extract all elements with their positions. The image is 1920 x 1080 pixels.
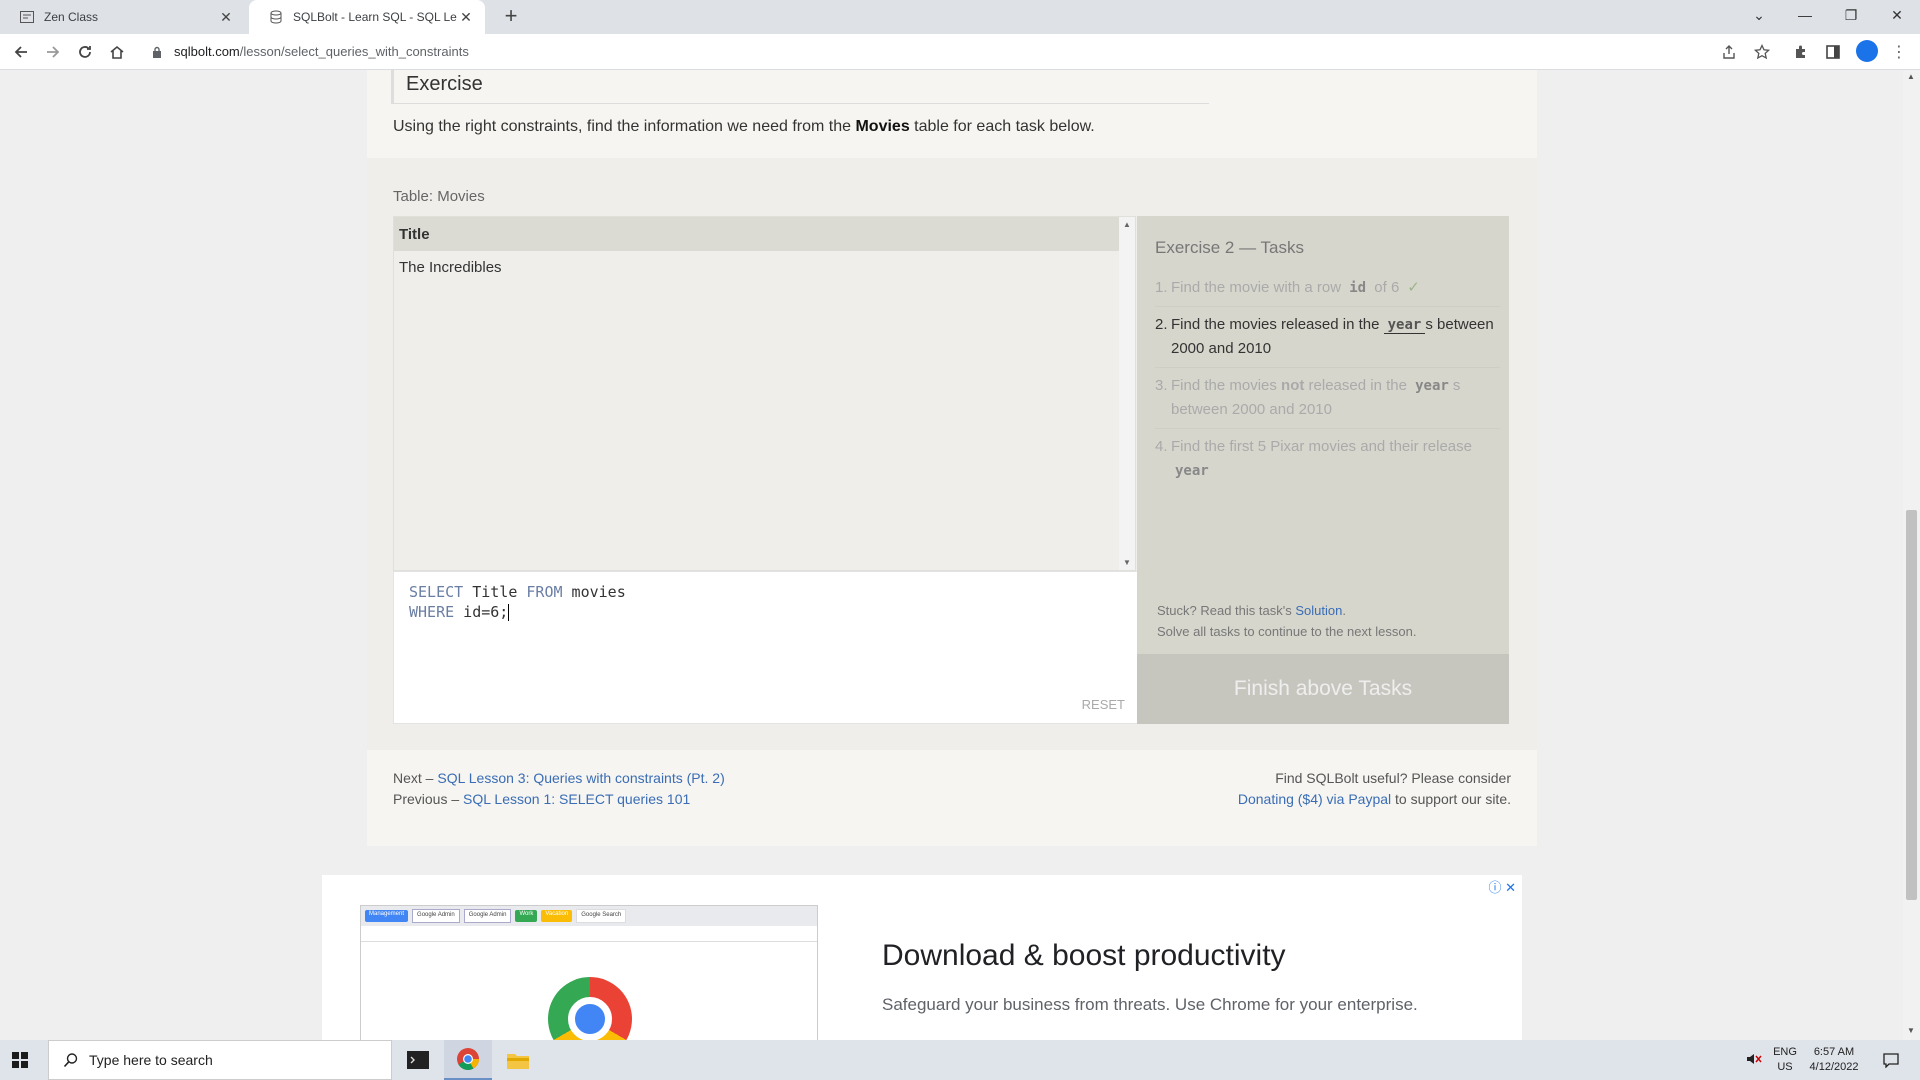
- menu-icon[interactable]: ⋮: [1888, 41, 1910, 63]
- lesson-card: Exercise Using the right constraints, fi…: [367, 70, 1537, 846]
- code-line: SELECT Title FROM movies: [409, 583, 626, 601]
- text-caret: [508, 604, 510, 621]
- results-scrollbar[interactable]: ▲ ▼: [1119, 217, 1135, 570]
- tasks-panel: Exercise 2 — Tasks 1. Find the movie with…: [1137, 216, 1509, 724]
- solution-link[interactable]: Solution: [1295, 603, 1342, 618]
- address-bar[interactable]: sqlbolt.com/lesson/select_queries_with_c…: [140, 38, 1760, 66]
- lock-icon[interactable]: [152, 45, 162, 63]
- next-lesson-link[interactable]: SQL Lesson 3: Queries with constraints (…: [437, 770, 724, 786]
- notifications-icon[interactable]: [1876, 1040, 1906, 1080]
- bookmark-star-icon[interactable]: [1751, 41, 1773, 63]
- tab-title: Zen Class: [44, 10, 99, 24]
- exercise-intro: Using the right constraints, find the in…: [393, 118, 1095, 135]
- search-icon: [63, 1052, 79, 1073]
- task-item: 4. Find the first 5 Pixar movies and thei…: [1155, 438, 1472, 479]
- tab-zen-class[interactable]: Zen Class ✕: [0, 0, 245, 34]
- scroll-down-icon[interactable]: ▼: [1905, 1026, 1917, 1038]
- close-tab-icon[interactable]: ✕: [217, 9, 235, 26]
- new-tab-button[interactable]: +: [498, 4, 524, 30]
- taskbar: Type here to search ENG US 6:57 AM 4/12/20…: [0, 1040, 1920, 1080]
- table-row: The Incredibles: [399, 259, 502, 276]
- ad-subtext: Safeguard your business from threats. Us…: [882, 995, 1418, 1014]
- url-text[interactable]: sqlbolt.com/lesson/select_queries_with_c…: [174, 44, 469, 59]
- task-list: 1. Find the movie with a row id of 6 ✓ 2. F…: [1155, 270, 1500, 489]
- results-table: Title The Incredibles ▲ ▼: [393, 216, 1136, 571]
- language-indicator[interactable]: ENG US: [1770, 1040, 1800, 1080]
- table-label: Table: Movies: [393, 188, 485, 205]
- search-placeholder: Type here to search: [89, 1052, 213, 1068]
- check-icon: ✓: [1407, 279, 1420, 296]
- tab-search-icon[interactable]: ⌄: [1736, 0, 1782, 30]
- restore-button[interactable]: ❐: [1828, 0, 1874, 30]
- close-tab-icon[interactable]: ✕: [457, 9, 475, 26]
- tab-sqlbolt[interactable]: SQLBolt - Learn SQL - SQL Lesson ✕: [249, 0, 485, 34]
- forward-icon[interactable]: [42, 41, 64, 63]
- exercise-heading: Exercise: [391, 70, 1209, 104]
- tab-title: SQLBolt - Learn SQL - SQL Lesson: [293, 10, 457, 24]
- side-panel-icon[interactable]: [1822, 41, 1844, 63]
- page-icon: [20, 10, 34, 24]
- windows-start-icon[interactable]: [12, 1052, 28, 1068]
- task-item-current: 2. Find the movies released in the year s …: [1155, 307, 1500, 368]
- taskbar-search[interactable]: Type here to search: [48, 1040, 392, 1080]
- scroll-down-icon[interactable]: ▼: [1123, 558, 1131, 567]
- scroll-up-icon[interactable]: ▲: [1123, 220, 1131, 229]
- extensions-icon[interactable]: [1790, 41, 1812, 63]
- back-icon[interactable]: [10, 41, 32, 63]
- share-icon[interactable]: [1718, 41, 1740, 63]
- database-icon: [269, 10, 283, 24]
- home-icon[interactable]: [106, 41, 128, 63]
- volume-muted-icon[interactable]: [1740, 1040, 1768, 1080]
- page-scroll-thumb[interactable]: [1906, 510, 1917, 900]
- previous-lesson-link[interactable]: SQL Lesson 1: SELECT queries 101: [463, 791, 690, 807]
- task-item: 3. Find the movies not released in the ye…: [1155, 368, 1500, 429]
- column-header-title: Title: [394, 217, 1135, 251]
- profile-avatar[interactable]: [1856, 40, 1878, 62]
- finish-tasks-button[interactable]: Finish above Tasks: [1137, 654, 1509, 724]
- task-item: 1. Find the movie with a row id of 6 ✓: [1155, 270, 1500, 307]
- scroll-up-icon[interactable]: ▲: [1905, 72, 1917, 84]
- tasks-title: Exercise 2 — Tasks: [1155, 238, 1304, 257]
- reset-button[interactable]: RESET: [1082, 695, 1125, 715]
- ad-headline: Download & boost productivity: [882, 939, 1286, 972]
- clock[interactable]: 6:57 AM 4/12/2022: [1804, 1040, 1864, 1080]
- stuck-help: Stuck? Read this task's Solution. Solve …: [1157, 603, 1417, 639]
- minimize-button[interactable]: —: [1782, 0, 1828, 30]
- donate-note: Find SQLBolt useful? Please consider Don…: [1237, 770, 1511, 807]
- reload-icon[interactable]: [74, 41, 96, 63]
- sql-editor[interactable]: SELECT Title FROM movies WHERE id=6; RES…: [393, 571, 1138, 724]
- terminal-app-icon[interactable]: [394, 1040, 442, 1080]
- close-window-button[interactable]: ✕: [1874, 0, 1920, 30]
- chrome-app-icon[interactable]: [444, 1040, 492, 1080]
- continue-note: Solve all tasks to continue to the next …: [1157, 624, 1417, 639]
- browser-toolbar: sqlbolt.com/lesson/select_queries_with_c…: [0, 34, 1920, 70]
- page-viewport: Exercise Using the right constraints, fi…: [0, 70, 1903, 1040]
- donate-link[interactable]: Donating ($4) via Paypal: [1238, 791, 1391, 807]
- file-explorer-icon[interactable]: [494, 1040, 542, 1080]
- code-line: WHERE id=6;: [409, 603, 510, 621]
- lesson-nav: Next – SQL Lesson 3: Queries with constr…: [393, 770, 725, 807]
- advertisement[interactable]: ⓘ ✕ Management Google Admin Google Admin…: [322, 875, 1522, 1040]
- ad-info-close-icon[interactable]: ⓘ ✕: [1488, 877, 1516, 896]
- browser-tab-bar: Zen Class ✕ SQLBolt - Learn SQL - SQL Le…: [0, 0, 1920, 34]
